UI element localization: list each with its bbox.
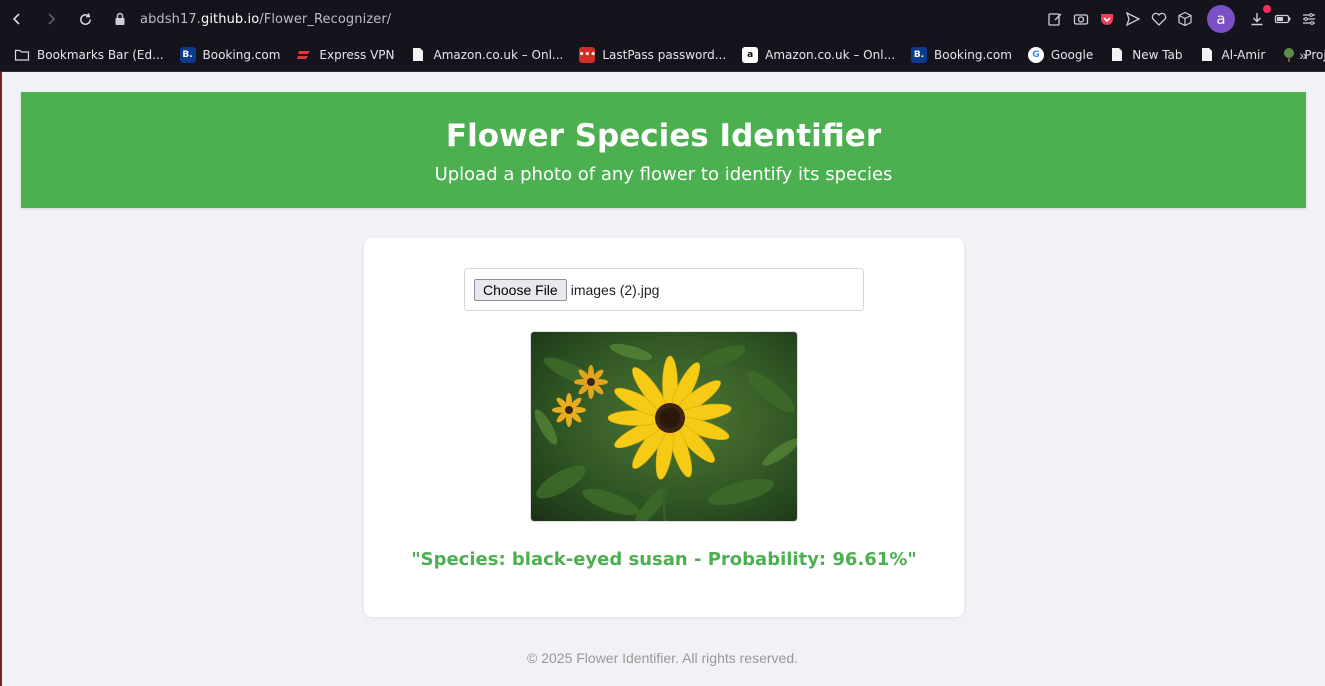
forward-arrow-icon (48, 13, 56, 25)
bookmark-label: Amazon.co.uk – Onl... (433, 47, 564, 62)
cube-icon[interactable] (1175, 9, 1195, 29)
reload-icon (79, 12, 91, 25)
tree-icon (1281, 47, 1297, 63)
bookmark-label: Booking.com (202, 47, 281, 62)
page-footer: © 2025 Flower Identifier. All rights res… (527, 650, 798, 666)
bookmark-amazon-2[interactable]: a Amazon.co.uk – Onl... (736, 42, 901, 68)
url-host: github.io (200, 11, 260, 27)
bookmark-new-tab[interactable]: New Tab (1103, 42, 1188, 68)
upload-card: Choose File images (2).jpg "Species: bla… (364, 238, 964, 617)
page-icon (1109, 47, 1125, 63)
bookmark-folder[interactable]: Bookmarks Bar (Ed... (8, 42, 170, 68)
amazon-icon: a (742, 46, 759, 63)
heart-icon[interactable] (1149, 9, 1169, 29)
address-bar[interactable]: abdsh17.github.io/Flower_Recognizer/ (140, 12, 391, 27)
bookmark-label: Express VPN (319, 47, 395, 62)
page-subtitle: Upload a photo of any flower to identify… (434, 164, 893, 185)
window-edge (0, 72, 2, 686)
bookmark-label: Project+1.pdf (1304, 47, 1325, 62)
download-icon[interactable] (1247, 5, 1271, 29)
bookmark-al-amir[interactable]: Al-Amir (1193, 42, 1272, 68)
choose-file-button[interactable]: Choose File (474, 278, 567, 301)
flower-image-preview (530, 331, 798, 522)
bookmark-expressvpn[interactable]: Express VPN (290, 42, 400, 68)
page-header: Flower Species Identifier Upload a photo… (21, 92, 1306, 208)
back-arrow-icon (12, 13, 20, 25)
bookmark-lastpass[interactable]: ••• LastPass password... (573, 42, 732, 68)
url-prefix: abdsh17. (140, 11, 201, 27)
back-button[interactable] (0, 0, 34, 38)
bookmark-google[interactable]: G Google (1022, 42, 1099, 68)
camera-icon[interactable] (1071, 9, 1091, 29)
page-icon (410, 47, 426, 63)
booking-icon: B. (179, 46, 196, 63)
profile-avatar[interactable]: a (1207, 5, 1235, 33)
bookmark-booking[interactable]: B. Booking.com (174, 42, 287, 68)
toolbar-icons: a (1045, 0, 1319, 38)
send-icon[interactable] (1123, 9, 1143, 29)
battery-icon[interactable] (1273, 9, 1293, 29)
reload-button[interactable] (68, 0, 102, 38)
flower-photo (531, 332, 797, 521)
bookmark-label: LastPass password... (602, 47, 727, 62)
bookmark-label: Booking.com (934, 47, 1012, 62)
bookmark-label: New Tab (1132, 47, 1183, 62)
bookmark-label: Al-Amir (1221, 47, 1266, 62)
browser-toolbar: abdsh17.github.io/Flower_Recognizer/ a (0, 0, 1325, 38)
chevron-double-right-icon[interactable]: » (1299, 38, 1307, 72)
forward-button[interactable] (34, 0, 68, 38)
bookmark-label: Amazon.co.uk – Onl... (765, 47, 896, 62)
bookmark-label: Bookmarks Bar (Ed... (37, 47, 164, 62)
selected-file-name: images (2).jpg (570, 281, 660, 298)
pocket-icon[interactable] (1097, 9, 1117, 29)
page-icon (1199, 47, 1215, 63)
notification-dot (1263, 5, 1271, 13)
google-icon: G (1027, 46, 1044, 63)
folder-icon (14, 47, 30, 63)
page-title: Flower Species Identifier (445, 118, 882, 154)
edit-icon[interactable] (1045, 9, 1065, 29)
expressvpn-icon (296, 47, 312, 63)
booking-icon: B. (911, 46, 928, 63)
file-input[interactable]: Choose File images (2).jpg (464, 268, 864, 311)
bookmark-booking-2[interactable]: B. Booking.com (905, 42, 1018, 68)
prediction-result: "Species: black-eyed susan - Probability… (411, 549, 917, 570)
bookmark-amazon-1[interactable]: Amazon.co.uk – Onl... (404, 42, 569, 68)
bookmarks-bar: Bookmarks Bar (Ed... B. Booking.com Expr… (0, 38, 1325, 72)
menu-icon[interactable] (1299, 9, 1319, 29)
lastpass-icon: ••• (579, 46, 596, 63)
bookmark-label: Google (1050, 47, 1094, 62)
lock-icon[interactable] (110, 0, 130, 38)
url-path: /Flower_Recognizer/ (259, 11, 392, 27)
